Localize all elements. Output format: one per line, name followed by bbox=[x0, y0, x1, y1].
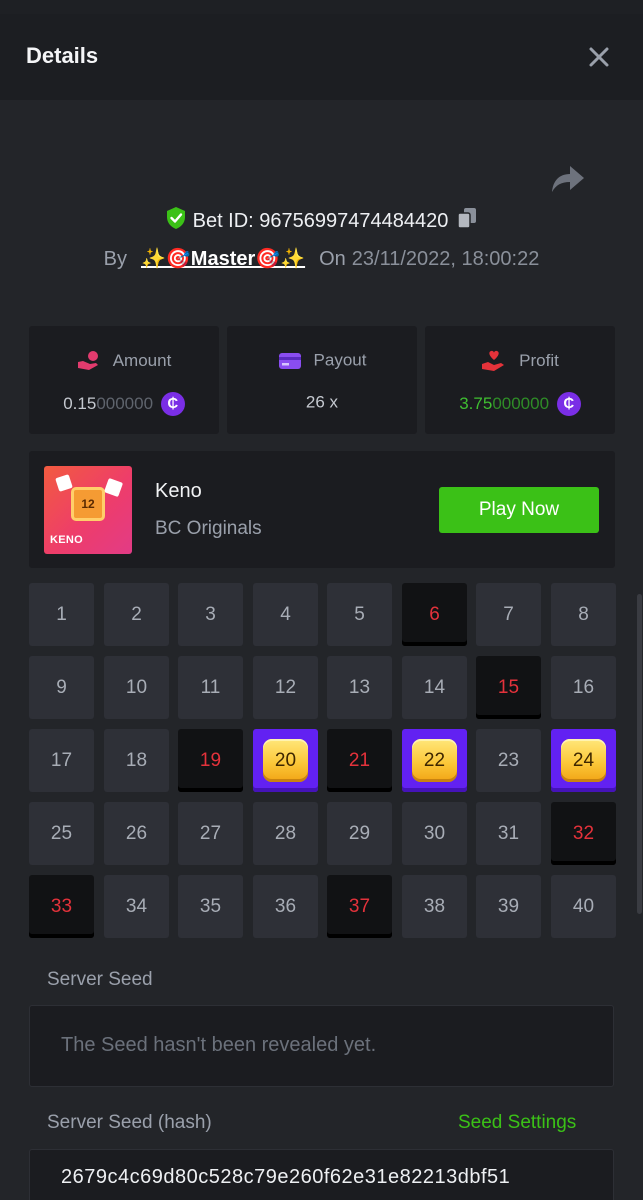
keno-cell-31[interactable]: 31 bbox=[476, 802, 541, 865]
gem-icon: 24 bbox=[561, 739, 606, 782]
hand-coins-icon bbox=[77, 351, 98, 370]
keno-cell-18[interactable]: 18 bbox=[104, 729, 169, 792]
keno-cell-37[interactable]: 37 bbox=[327, 875, 392, 938]
dice-icon bbox=[55, 474, 73, 492]
amount-card: Amount 0.15000000 ₵ bbox=[29, 326, 219, 434]
keno-cell-6[interactable]: 6 bbox=[402, 583, 467, 646]
game-name: Keno bbox=[155, 480, 202, 502]
keno-cell-27[interactable]: 27 bbox=[178, 802, 243, 865]
copy-icon[interactable] bbox=[456, 206, 478, 236]
keno-cell-32[interactable]: 32 bbox=[551, 802, 616, 865]
modal-title: Details bbox=[26, 43, 99, 68]
keno-cell-21[interactable]: 21 bbox=[327, 729, 392, 792]
amount-value-decimals: 000000 bbox=[96, 394, 154, 413]
coin-icon: ₵ bbox=[160, 392, 185, 416]
keno-cell-26[interactable]: 26 bbox=[104, 802, 169, 865]
keno-cell-22[interactable]: 22 bbox=[402, 729, 467, 792]
scrollbar[interactable] bbox=[637, 594, 642, 914]
server-seed-placeholder: The Seed hasn't been revealed yet. bbox=[61, 1034, 377, 1056]
bet-id: Bet ID: 96756997474484420 bbox=[192, 209, 449, 232]
keno-cell-24[interactable]: 24 bbox=[551, 729, 616, 792]
keno-cell-25[interactable]: 25 bbox=[29, 802, 94, 865]
modal-header: Details bbox=[0, 14, 643, 100]
hand-heart-icon bbox=[482, 350, 505, 371]
keno-cell-30[interactable]: 30 bbox=[402, 802, 467, 865]
keno-cell-11[interactable]: 11 bbox=[178, 656, 243, 719]
bet-details-modal: Details Bet ID: 96756997474484420 By ✨🎯Ma… bbox=[0, 14, 643, 1200]
play-now-button[interactable]: Play Now bbox=[439, 487, 599, 533]
profit-card: Profit 3.75000000 ₵ bbox=[425, 326, 615, 434]
keno-cell-5[interactable]: 5 bbox=[327, 583, 392, 646]
keno-cell-1[interactable]: 1 bbox=[29, 583, 94, 646]
keno-cell-2[interactable]: 2 bbox=[104, 583, 169, 646]
share-icon[interactable] bbox=[548, 162, 588, 196]
game-thumbnail[interactable]: 12 KENO bbox=[44, 466, 132, 554]
keno-cell-10[interactable]: 10 bbox=[104, 656, 169, 719]
coin-icon: ₵ bbox=[556, 392, 581, 416]
keno-cell-33[interactable]: 33 bbox=[29, 875, 94, 938]
keno-cell-19[interactable]: 19 bbox=[178, 729, 243, 792]
payout-label: Payout bbox=[313, 350, 367, 370]
bet-date: 23/11/2022, 18:00:22 bbox=[351, 248, 540, 270]
keno-cell-12[interactable]: 12 bbox=[253, 656, 318, 719]
top-strip bbox=[0, 0, 643, 14]
keno-cell-3[interactable]: 3 bbox=[178, 583, 243, 646]
keno-grid: 1 2 3 4 5 6 7 8 9 10 11 12 13 14 15 16 17 18 19 20 21 22 23 24 2… bbox=[29, 583, 616, 943]
amount-value: 0.15000000 ₵ bbox=[29, 392, 219, 416]
keno-cell-29[interactable]: 29 bbox=[327, 802, 392, 865]
keno-cell-14[interactable]: 14 bbox=[402, 656, 467, 719]
amount-value-main: 0.15 bbox=[63, 394, 97, 413]
keno-cell-35[interactable]: 35 bbox=[178, 875, 243, 938]
keno-cell-15[interactable]: 15 bbox=[476, 656, 541, 719]
server-seed-hash-label: Server Seed (hash) bbox=[47, 1112, 212, 1133]
gem-icon: 20 bbox=[263, 739, 308, 782]
payout-value-text: 26 x bbox=[305, 392, 339, 412]
seed-settings-link[interactable]: Seed Settings bbox=[458, 1112, 576, 1134]
keno-cell-40[interactable]: 40 bbox=[551, 875, 616, 938]
server-seed-label: Server Seed bbox=[47, 969, 153, 990]
card-icon bbox=[278, 352, 301, 369]
profit-value-decimals: 000000 bbox=[492, 394, 550, 413]
server-seed-hash-box: 2679c4c69d80c528c79e260f62e31e82213dbf51 bbox=[29, 1149, 614, 1200]
on-label: On bbox=[319, 248, 346, 270]
profit-label: Profit bbox=[519, 351, 559, 370]
gem-icon: 22 bbox=[412, 739, 457, 782]
thumbnail-number: 12 bbox=[71, 487, 105, 521]
game-provider: BC Originals bbox=[155, 518, 262, 539]
payout-card: Payout 26 x bbox=[227, 326, 417, 434]
server-seed-box: The Seed hasn't been revealed yet. bbox=[29, 1005, 614, 1087]
keno-cell-39[interactable]: 39 bbox=[476, 875, 541, 938]
keno-cell-38[interactable]: 38 bbox=[402, 875, 467, 938]
keno-cell-7[interactable]: 7 bbox=[476, 583, 541, 646]
thumbnail-title: KENO bbox=[50, 534, 83, 546]
by-label: By bbox=[103, 248, 127, 270]
amount-label: Amount bbox=[112, 351, 172, 370]
keno-cell-36[interactable]: 36 bbox=[253, 875, 318, 938]
dice-icon bbox=[103, 477, 124, 498]
bet-id-row: Bet ID: 96756997474484420 bbox=[0, 206, 643, 236]
keno-cell-28[interactable]: 28 bbox=[253, 802, 318, 865]
keno-cell-16[interactable]: 16 bbox=[551, 656, 616, 719]
profit-value-main: 3.75 bbox=[459, 394, 493, 413]
keno-cell-4[interactable]: 4 bbox=[253, 583, 318, 646]
close-icon[interactable] bbox=[584, 42, 614, 72]
keno-cell-17[interactable]: 17 bbox=[29, 729, 94, 792]
payout-value: 26 x bbox=[227, 392, 417, 413]
keno-cell-34[interactable]: 34 bbox=[104, 875, 169, 938]
keno-cell-20[interactable]: 20 bbox=[253, 729, 318, 792]
bet-meta-row: By ✨🎯Master🎯✨ On 23/11/2022, 18:00:22 bbox=[0, 246, 643, 276]
server-seed-hash-value: 2679c4c69d80c528c79e260f62e31e82213dbf51 bbox=[61, 1166, 511, 1188]
profit-value: 3.75000000 ₵ bbox=[425, 392, 615, 416]
shield-check-icon bbox=[165, 206, 187, 236]
keno-cell-13[interactable]: 13 bbox=[327, 656, 392, 719]
game-card: 12 KENO Keno BC Originals Play Now bbox=[29, 451, 615, 568]
user-name-link[interactable]: ✨🎯Master🎯✨ bbox=[141, 248, 305, 270]
keno-cell-8[interactable]: 8 bbox=[551, 583, 616, 646]
keno-cell-23[interactable]: 23 bbox=[476, 729, 541, 792]
keno-cell-9[interactable]: 9 bbox=[29, 656, 94, 719]
